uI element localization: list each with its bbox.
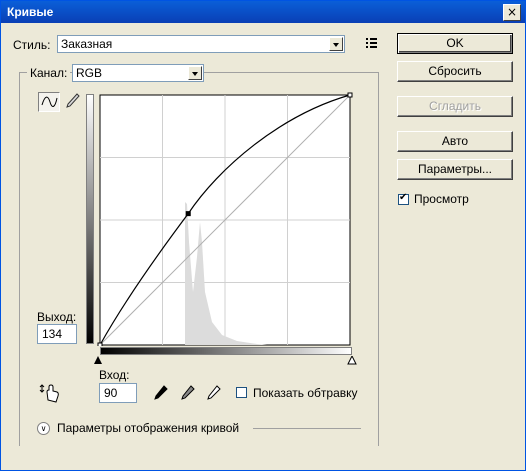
pencil-tool-button[interactable] — [62, 92, 84, 112]
style-dropdown[interactable]: Заказная — [57, 35, 345, 53]
gray-eyedropper-icon[interactable] — [179, 384, 195, 402]
show-clipping-label: Показать обтравку — [253, 386, 358, 400]
curve-tool-button[interactable] — [38, 92, 60, 112]
close-button[interactable]: × — [503, 4, 521, 21]
black-point-slider[interactable] — [93, 356, 103, 365]
divider — [253, 428, 361, 429]
curve-icon — [41, 96, 58, 107]
display-options-label[interactable]: Параметры отображения кривой — [57, 421, 239, 435]
chevron-down-icon[interactable] — [188, 66, 202, 80]
output-label: Выход: — [37, 310, 77, 324]
input-field[interactable]: 90 — [99, 383, 137, 403]
channel-label: Канал: — [27, 66, 71, 80]
pencil-icon — [66, 93, 80, 108]
auto-button[interactable]: Авто — [397, 131, 513, 152]
expand-options-icon[interactable]: ∨ — [37, 422, 50, 435]
white-eyedropper-icon[interactable] — [205, 384, 221, 402]
smooth-button[interactable]: Сгладить — [397, 96, 513, 117]
options-button[interactable]: Параметры... — [397, 159, 513, 180]
preview-checkbox[interactable] — [398, 192, 409, 205]
curve-point-end[interactable] — [347, 92, 353, 98]
input-label: Вход: — [99, 368, 130, 382]
output-gradient-bar — [86, 94, 94, 344]
curve-point-start[interactable] — [97, 342, 103, 346]
curve-graph[interactable] — [97, 92, 353, 346]
black-eyedropper-icon[interactable] — [152, 384, 168, 402]
white-point-slider[interactable] — [347, 356, 357, 365]
preview-label: Просмотр — [414, 192, 469, 206]
window-title: Кривые — [7, 5, 54, 19]
show-clipping-checkbox[interactable] — [236, 387, 247, 398]
channel-dropdown[interactable]: RGB — [72, 64, 204, 82]
style-label: Стиль: — [13, 38, 51, 52]
title-bar: Кривые × — [1, 1, 525, 23]
reset-button[interactable]: Сбросить — [397, 61, 513, 82]
style-menu-icon[interactable] — [365, 36, 381, 50]
output-field[interactable]: 134 — [37, 324, 77, 344]
hand-adjust-icon[interactable] — [39, 382, 61, 404]
ok-button[interactable]: OK — [397, 33, 513, 54]
style-value: Заказная — [61, 37, 113, 51]
input-gradient-bar — [100, 347, 352, 355]
curve-point-selected[interactable] — [185, 211, 191, 217]
curves-dialog: Кривые × Стиль: Заказная Канал: RGB Выхо… — [0, 0, 526, 471]
channel-value: RGB — [76, 66, 103, 80]
chevron-down-icon[interactable] — [329, 37, 343, 51]
